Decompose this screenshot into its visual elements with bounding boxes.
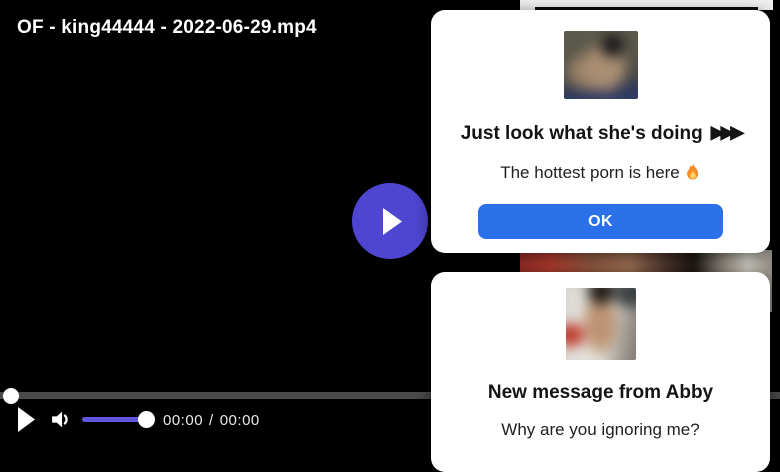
video-title: OF - king44444 - 2022-06-29.mp4 [17, 17, 317, 39]
mute-button[interactable] [50, 409, 71, 430]
message-thumbnail[interactable] [566, 288, 636, 360]
time-display: 00:00 / 00:00 [163, 411, 260, 429]
background-popup-card [520, 0, 773, 10]
fire-icon [685, 163, 701, 181]
popup-message: New message from Abby Why are you ignori… [431, 272, 770, 472]
big-play-button[interactable] [352, 183, 428, 259]
play-icon [18, 407, 35, 432]
volume-handle[interactable] [138, 411, 155, 428]
time-separator: / [209, 412, 214, 429]
message-headline: New message from Abby [431, 382, 770, 404]
message-text: Why are you ignoring me? [431, 420, 770, 440]
popup-offer: Just look what she's doing ▶▶▶ The hottes… [431, 10, 770, 253]
offer-headline-text: Just look what she's doing [461, 123, 703, 144]
message-thumbnail-image [566, 288, 636, 360]
play-icon [383, 208, 402, 235]
play-button[interactable] [18, 407, 35, 432]
volume-slider[interactable] [82, 417, 146, 422]
current-time: 00:00 [163, 412, 203, 429]
offer-subtext: The hottest porn is here [431, 163, 770, 183]
arrows-icon: ▶▶▶ [711, 122, 741, 142]
speaker-icon [50, 409, 71, 430]
offer-subtext-text: The hottest porn is here [500, 163, 680, 182]
duration: 00:00 [220, 412, 260, 429]
offer-headline: Just look what she's doing ▶▶▶ [431, 122, 770, 145]
offer-thumbnail-image [564, 31, 638, 99]
offer-thumbnail[interactable] [564, 31, 638, 99]
ok-button[interactable]: OK [478, 204, 723, 239]
seek-handle[interactable] [3, 388, 19, 404]
